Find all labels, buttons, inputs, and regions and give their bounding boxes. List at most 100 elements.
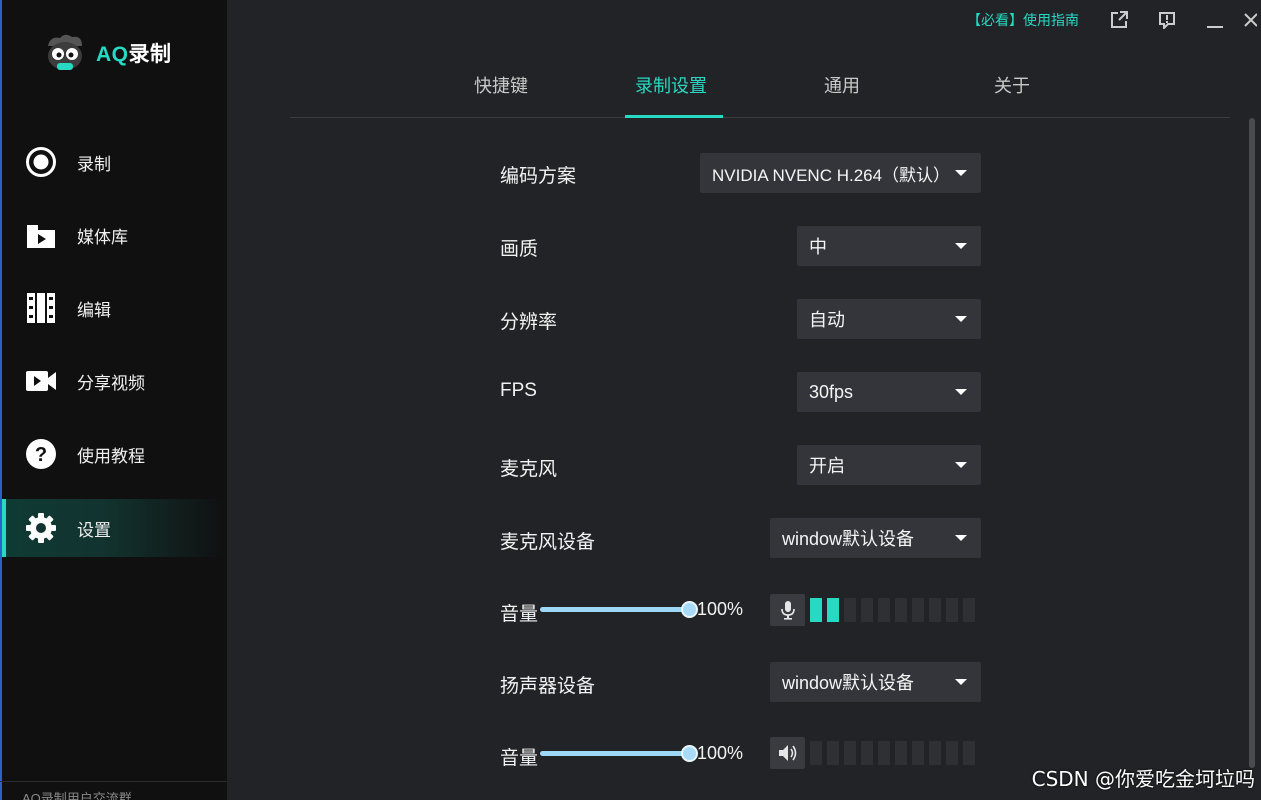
brand-prefix: AQ xyxy=(96,43,129,66)
encoding-value: NVIDIA NVENC H.264（默认） xyxy=(712,165,951,185)
quality-label: 画质 xyxy=(500,239,539,260)
speaker-device-label: 扬声器设备 xyxy=(500,676,596,697)
mic-level-meter xyxy=(810,598,975,622)
svg-text:?: ? xyxy=(35,444,47,466)
encoding-select[interactable]: NVIDIA NVENC H.264（默认） xyxy=(700,153,981,193)
media-library-icon xyxy=(24,218,58,252)
meter-segment xyxy=(861,741,873,765)
edit-film-icon xyxy=(24,291,58,325)
quality-value: 中 xyxy=(809,237,827,257)
speaker-level-meter xyxy=(810,741,975,765)
microphone-icon[interactable] xyxy=(770,594,805,626)
sidebar-item-label: 使用教程 xyxy=(77,446,145,466)
mic-volume-slider[interactable] xyxy=(540,601,698,618)
brand-suffix: 录制 xyxy=(128,43,172,66)
video-camera-icon xyxy=(24,364,58,398)
sidebar: AQ录制 录制 媒体库 编辑 分享视频 ? 使用教程 设置 AQ录制用户交流群 xyxy=(0,0,227,800)
sidebar-item-label: 录制 xyxy=(77,154,111,174)
meter-segment xyxy=(844,741,856,765)
sidebar-item-tutorial[interactable]: ? 使用教程 xyxy=(2,425,227,483)
speaker-volume-value: 100% xyxy=(697,743,744,763)
meter-segment xyxy=(827,598,839,622)
user-group-link[interactable]: AQ录制用户交流群 xyxy=(22,788,132,800)
sidebar-divider xyxy=(0,781,227,782)
meter-segment xyxy=(861,598,873,622)
sidebar-item-label: 设置 xyxy=(77,520,111,540)
speaker-volume-slider-handle[interactable] xyxy=(681,745,698,762)
meter-segment xyxy=(912,741,924,765)
chevron-down-icon xyxy=(955,170,967,176)
meter-segment xyxy=(912,598,924,622)
meter-segment xyxy=(844,598,856,622)
resolution-select[interactable]: 自动 xyxy=(797,299,981,339)
chevron-down-icon xyxy=(955,462,967,468)
resolution-value: 自动 xyxy=(809,310,845,330)
external-link-icon[interactable] xyxy=(1095,8,1143,32)
brand-name: AQ录制 xyxy=(96,38,172,68)
meter-segment xyxy=(827,741,839,765)
mic-device-label: 麦克风设备 xyxy=(500,532,596,553)
chevron-down-icon xyxy=(955,389,967,395)
microphone-select[interactable]: 开启 xyxy=(797,445,981,485)
sidebar-item-label: 媒体库 xyxy=(77,227,128,247)
speaker-icon[interactable] xyxy=(770,737,805,769)
scrollbar-thumb[interactable] xyxy=(1249,118,1255,768)
help-icon: ? xyxy=(24,437,58,471)
mic-volume-slider-handle[interactable] xyxy=(681,601,698,618)
active-tab-indicator xyxy=(625,115,723,118)
close-icon[interactable] xyxy=(1239,8,1261,32)
gear-icon xyxy=(24,511,58,545)
minimize-icon[interactable] xyxy=(1191,8,1239,32)
speaker-device-select[interactable]: window默认设备 xyxy=(770,662,981,702)
meter-segment xyxy=(929,741,941,765)
encoding-label: 编码方案 xyxy=(500,166,577,187)
fps-select[interactable]: 30fps xyxy=(797,372,981,412)
app-logo: AQ录制 xyxy=(42,32,172,74)
watermark: CSDN @你爱吃金坷垃吗 xyxy=(1031,767,1255,791)
resolution-label: 分辨率 xyxy=(500,312,558,333)
meter-segment xyxy=(929,598,941,622)
meter-segment xyxy=(963,741,975,765)
title-bar: 【必看】使用指南 xyxy=(967,8,1261,32)
quality-select[interactable]: 中 xyxy=(797,226,981,266)
meter-segment xyxy=(895,741,907,765)
meter-segment xyxy=(946,741,958,765)
guide-link[interactable]: 【必看】使用指南 xyxy=(967,10,1079,30)
mascot-logo-icon xyxy=(42,32,88,74)
microphone-value: 开启 xyxy=(809,456,845,476)
sidebar-item-share-video[interactable]: 分享视频 xyxy=(2,352,227,410)
sidebar-item-label: 编辑 xyxy=(77,300,111,320)
feedback-icon[interactable] xyxy=(1143,8,1191,32)
tab-general[interactable]: 通用 xyxy=(824,72,860,98)
mic-device-select[interactable]: window默认设备 xyxy=(770,518,981,558)
speaker-volume-label: 音量 xyxy=(500,748,539,769)
meter-segment xyxy=(895,598,907,622)
fps-value: 30fps xyxy=(809,381,854,402)
speaker-device-value: window默认设备 xyxy=(782,673,915,693)
meter-segment xyxy=(963,598,975,622)
mic-volume-label: 音量 xyxy=(500,604,539,625)
meter-segment xyxy=(946,598,958,622)
sidebar-item-settings[interactable]: 设置 xyxy=(2,499,227,557)
sidebar-item-edit[interactable]: 编辑 xyxy=(2,279,227,337)
sidebar-item-record[interactable]: 录制 xyxy=(2,133,227,191)
fps-label: FPS xyxy=(500,380,537,401)
tab-shortcuts[interactable]: 快捷键 xyxy=(474,72,528,98)
chevron-down-icon xyxy=(955,316,967,322)
tab-about[interactable]: 关于 xyxy=(994,72,1030,98)
sidebar-item-label: 分享视频 xyxy=(77,373,145,393)
chevron-down-icon xyxy=(955,243,967,249)
microphone-label: 麦克风 xyxy=(500,459,558,480)
sidebar-item-media-library[interactable]: 媒体库 xyxy=(2,206,227,264)
record-icon xyxy=(24,145,58,179)
settings-tabs: 快捷键 录制设置 通用 关于 xyxy=(290,62,1230,118)
speaker-volume-slider[interactable] xyxy=(540,745,698,762)
scrollbar[interactable] xyxy=(1249,118,1255,800)
mic-device-value: window默认设备 xyxy=(782,529,915,549)
mic-volume-value: 100% xyxy=(697,599,744,619)
tab-record-settings[interactable]: 录制设置 xyxy=(635,72,707,98)
meter-segment xyxy=(810,741,822,765)
meter-segment xyxy=(810,598,822,622)
meter-segment xyxy=(878,741,890,765)
meter-segment xyxy=(878,598,890,622)
